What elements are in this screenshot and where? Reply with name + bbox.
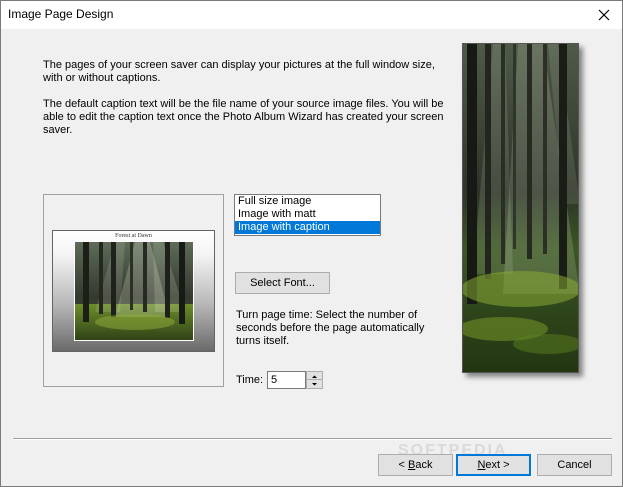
spinner-up-button[interactable] <box>307 372 322 380</box>
back-button[interactable]: < Back <box>378 454 453 476</box>
time-spinner <box>306 371 323 389</box>
window-title: Image Page Design <box>8 7 114 21</box>
close-button[interactable] <box>594 5 614 25</box>
forest-side-image <box>462 43 579 373</box>
cancel-button[interactable]: Cancel <box>537 454 612 476</box>
back-label: ack <box>415 459 433 471</box>
close-icon <box>598 9 610 21</box>
list-item-selected[interactable]: Image with caption <box>235 221 380 234</box>
time-label: Time: <box>236 374 264 386</box>
preview-caption-text: Forest at Dawn <box>115 233 152 239</box>
layout-options-list[interactable]: Full size image Image with matt Image wi… <box>234 194 381 236</box>
next-label: ext > <box>485 459 510 471</box>
time-input[interactable] <box>267 371 306 389</box>
intro-paragraph-display: The pages of your screen saver can displ… <box>43 59 435 84</box>
list-item[interactable]: Full size image <box>235 195 380 208</box>
select-font-button[interactable]: Select Font... <box>235 272 330 294</box>
next-button[interactable]: Next > <box>456 454 531 476</box>
arrow-down-icon <box>312 383 317 386</box>
footer-separator <box>13 438 612 440</box>
preview-forest-image <box>74 241 194 341</box>
back-prefix: < <box>398 459 408 471</box>
page-preview-frame: Forest at Dawn <box>43 194 224 387</box>
spinner-down-button[interactable] <box>307 380 322 388</box>
turn-page-description: Turn page time: Select the number of sec… <box>236 309 425 347</box>
page-preview-card: Forest at Dawn <box>52 230 215 352</box>
title-bar: Image Page Design <box>1 1 622 29</box>
list-item[interactable]: Image with matt <box>235 208 380 221</box>
intro-paragraph-caption: The default caption text will be the fil… <box>43 98 444 136</box>
wizard-dialog: Image Page Design The pages of your scre… <box>0 0 623 487</box>
